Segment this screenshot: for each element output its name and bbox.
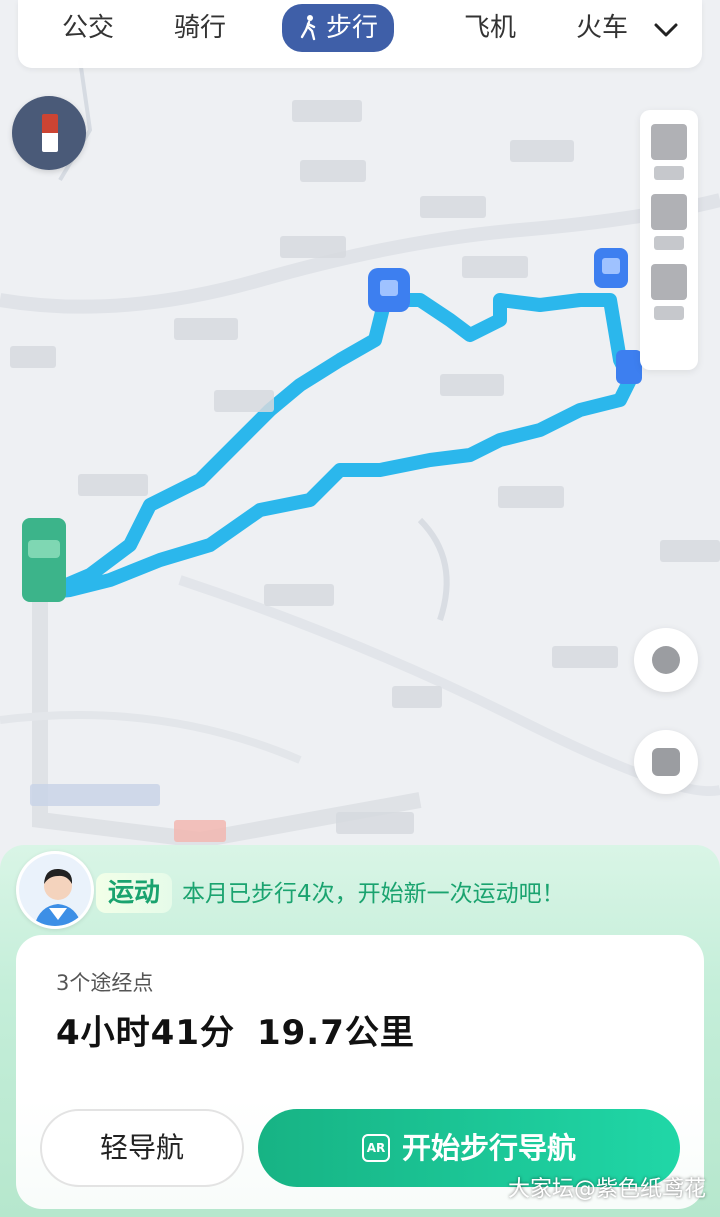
layers-caption [654,166,684,180]
route-summary: 4小时41分 19.7公里 [56,1005,415,1054]
map-canvas [0,59,720,849]
waypoints-count[interactable]: 3个途经点 [56,967,153,997]
compass-icon[interactable] [12,96,86,170]
sport-banner[interactable]: 运动 本月已步行4次，开始新一次运动吧！ [16,851,706,931]
tab-bus[interactable]: 公交 [62,10,114,46]
map-place-label [174,820,226,842]
tab-walking[interactable]: 步行 [282,4,395,52]
route-summary-card: 3个途经点 4小时41分 19.7公里 轻导航 AR 开始步行导航 [16,935,704,1209]
map-place-label [174,318,238,340]
watermark-text: 大家坛@紫色纸鸢花 [507,1177,706,1202]
map-place-label [10,346,56,368]
compass-needle [42,114,58,152]
walking-route-line [43,293,637,599]
report-icon[interactable] [651,264,687,300]
walk-icon [300,15,316,41]
map-place-label [30,784,160,806]
report-caption [654,306,684,320]
map-view[interactable] [0,0,720,870]
map-layer-controls [640,110,698,370]
screen: 公交 骑行 步行 飞机 火车 运动 本月已步行4次，开始新一次运动吧！ 3个途经… [0,0,720,1217]
map-place-label [510,140,574,162]
map-place-label [78,474,148,496]
route-distance: 19.7公里 [256,1013,415,1053]
traffic-icon[interactable] [651,194,687,230]
map-place-label [552,646,618,668]
layers-icon[interactable] [651,124,687,160]
map-place-label [498,486,564,508]
map-place-label [292,100,362,122]
tab-train[interactable]: 火车 [576,10,628,46]
sport-tag: 运动 [96,873,173,913]
route-panel: 运动 本月已步行4次，开始新一次运动吧！ 3个途经点 4小时41分 19.7公里 … [0,845,720,1217]
map-place-label [280,236,346,258]
map-place-label [214,390,274,412]
overview-icon [652,646,680,674]
locate-button[interactable] [634,730,698,794]
light-navigation-button[interactable]: 轻导航 [40,1109,244,1187]
route-duration: 4小时41分 [56,1013,235,1053]
ar-icon: AR [361,1134,390,1162]
map-place-label [336,812,414,834]
map-place-label [300,160,366,182]
map-place-label [440,374,504,396]
map-place-label [660,540,720,562]
tab-walking-label: 步行 [326,13,379,43]
map-place-label [462,256,528,278]
map-place-label [392,686,442,708]
zoom-overview-button[interactable] [634,628,698,692]
traffic-caption [654,236,684,250]
sport-message: 本月已步行4次，开始新一次运动吧！ [182,881,565,907]
transport-mode-tabs: 公交 骑行 步行 飞机 火车 [18,0,702,68]
chevron-down-icon[interactable] [650,14,682,46]
map-place-label [420,196,486,218]
map-place-label [264,584,334,606]
tab-cycling[interactable]: 骑行 [174,10,226,46]
tab-flight[interactable]: 飞机 [464,10,516,46]
locate-icon [652,748,680,776]
start-navigation-label: 开始步行导航 [401,1131,576,1165]
avatar [16,851,94,929]
